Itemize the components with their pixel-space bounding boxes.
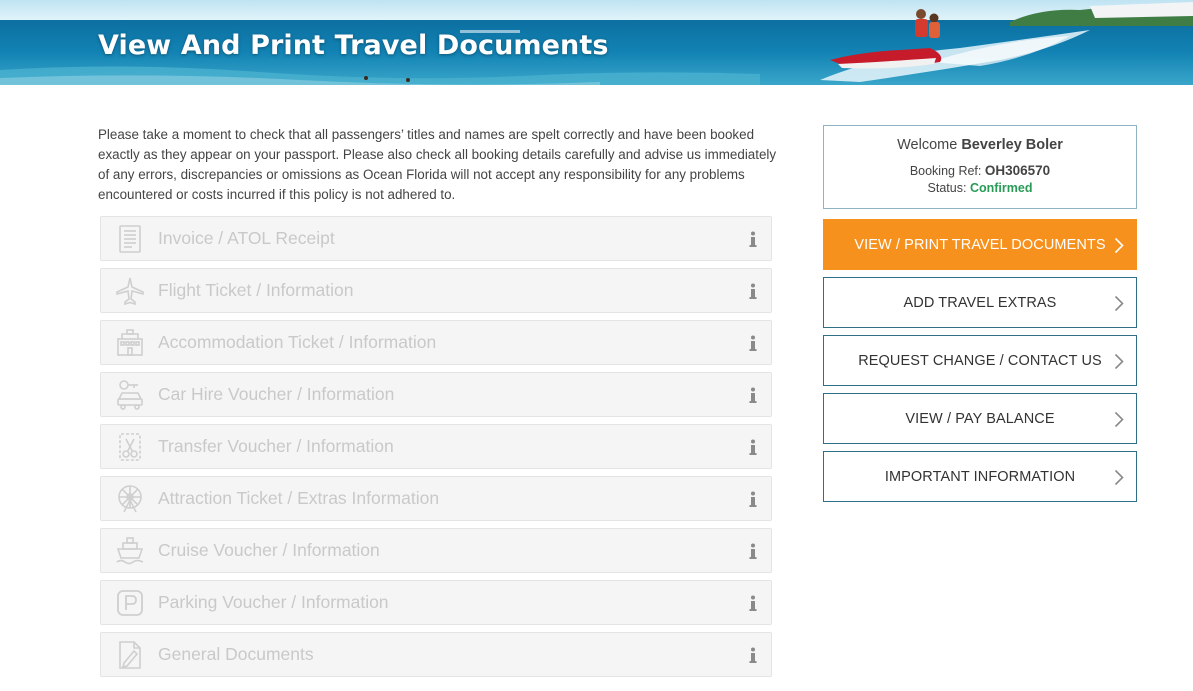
view-pay-balance-button[interactable]: VIEW / PAY BALANCE [823, 393, 1137, 444]
view-print-documents-button[interactable]: VIEW / PRINT TRAVEL DOCUMENTS [823, 219, 1137, 270]
page-title: View And Print Travel Documents [98, 30, 609, 61]
ferris-wheel-icon [114, 483, 146, 515]
doc-label: Car Hire Voucher / Information [158, 384, 395, 404]
doc-label: Accommodation Ticket / Information [158, 332, 437, 352]
header-banner: View And Print Travel Documents [0, 0, 1193, 85]
info-icon[interactable] [747, 385, 759, 405]
info-icon[interactable] [747, 489, 759, 509]
plane-icon [114, 275, 146, 307]
parking-icon [114, 587, 146, 619]
doc-item-attraction[interactable]: Attraction Ticket / Extras Information [100, 476, 772, 521]
chevron-right-icon [1114, 237, 1124, 254]
doc-label: Flight Ticket / Information [158, 280, 354, 300]
doc-item-cruise[interactable]: Cruise Voucher / Information [100, 528, 772, 573]
request-change-contact-button[interactable]: REQUEST CHANGE / CONTACT US [823, 335, 1137, 386]
status-label: Status: [927, 181, 967, 195]
welcome-prefix: Welcome [897, 137, 958, 153]
status-badge: Confirmed [969, 181, 1033, 195]
document-pen-icon [114, 639, 146, 671]
info-icon[interactable] [747, 645, 759, 665]
info-icon[interactable] [747, 541, 759, 561]
intro-paragraph: Please take a moment to check that all p… [98, 127, 777, 202]
doc-item-invoice[interactable]: Invoice / ATOL Receipt [100, 216, 772, 261]
account-summary-box: Welcome Beverley Boler Booking Ref: OH30… [823, 125, 1137, 209]
add-travel-extras-button[interactable]: ADD TRAVEL EXTRAS [823, 277, 1137, 328]
invoice-icon [114, 223, 146, 255]
chevron-right-icon [1114, 469, 1124, 486]
info-icon[interactable] [747, 229, 759, 249]
booking-ref-label: Booking Ref: [909, 164, 982, 178]
doc-item-flight[interactable]: Flight Ticket / Information [100, 268, 772, 313]
info-icon[interactable] [747, 333, 759, 353]
doc-item-transfer[interactable]: Transfer Voucher / Information [100, 424, 772, 469]
chevron-right-icon [1114, 411, 1124, 428]
info-icon[interactable] [747, 437, 759, 457]
button-label: IMPORTANT INFORMATION [884, 468, 1076, 485]
button-label: REQUEST CHANGE / CONTACT US [858, 352, 1102, 369]
doc-item-accommodation[interactable]: Accommodation Ticket / Information [100, 320, 772, 365]
customer-name: Beverley Boler [961, 137, 1063, 153]
chevron-right-icon [1114, 295, 1124, 312]
info-icon[interactable] [747, 593, 759, 613]
ship-icon [114, 535, 146, 567]
doc-label: Cruise Voucher / Information [158, 540, 380, 560]
button-label: VIEW / PAY BALANCE [905, 410, 1055, 427]
doc-item-parking[interactable]: Parking Voucher / Information [100, 580, 772, 625]
doc-item-car-hire[interactable]: Car Hire Voucher / Information [100, 372, 772, 417]
doc-label: Invoice / ATOL Receipt [158, 228, 335, 248]
info-icon[interactable] [747, 281, 759, 301]
doc-label: Transfer Voucher / Information [158, 436, 394, 456]
chevron-right-icon [1114, 353, 1124, 370]
booking-ref-line: Booking Ref: OH306570 [824, 163, 1136, 178]
doc-label: Attraction Ticket / Extras Information [158, 488, 440, 508]
scissors-voucher-icon [114, 431, 146, 463]
doc-label: Parking Voucher / Information [158, 592, 389, 612]
welcome-line: Welcome Beverley Boler [824, 137, 1136, 153]
button-label: ADD TRAVEL EXTRAS [903, 294, 1057, 311]
hotel-icon [114, 327, 146, 359]
car-icon [114, 379, 146, 411]
travel-documents-list: Invoice / ATOL Receipt Flight Ticket / I… [100, 216, 772, 684]
booking-ref-value: OH306570 [984, 163, 1051, 178]
booking-status-line: Status: Confirmed [824, 181, 1136, 195]
doc-item-general[interactable]: General Documents [100, 632, 772, 677]
important-information-button[interactable]: IMPORTANT INFORMATION [823, 451, 1137, 502]
button-label: VIEW / PRINT TRAVEL DOCUMENTS [854, 236, 1106, 253]
doc-label: General Documents [158, 644, 314, 664]
